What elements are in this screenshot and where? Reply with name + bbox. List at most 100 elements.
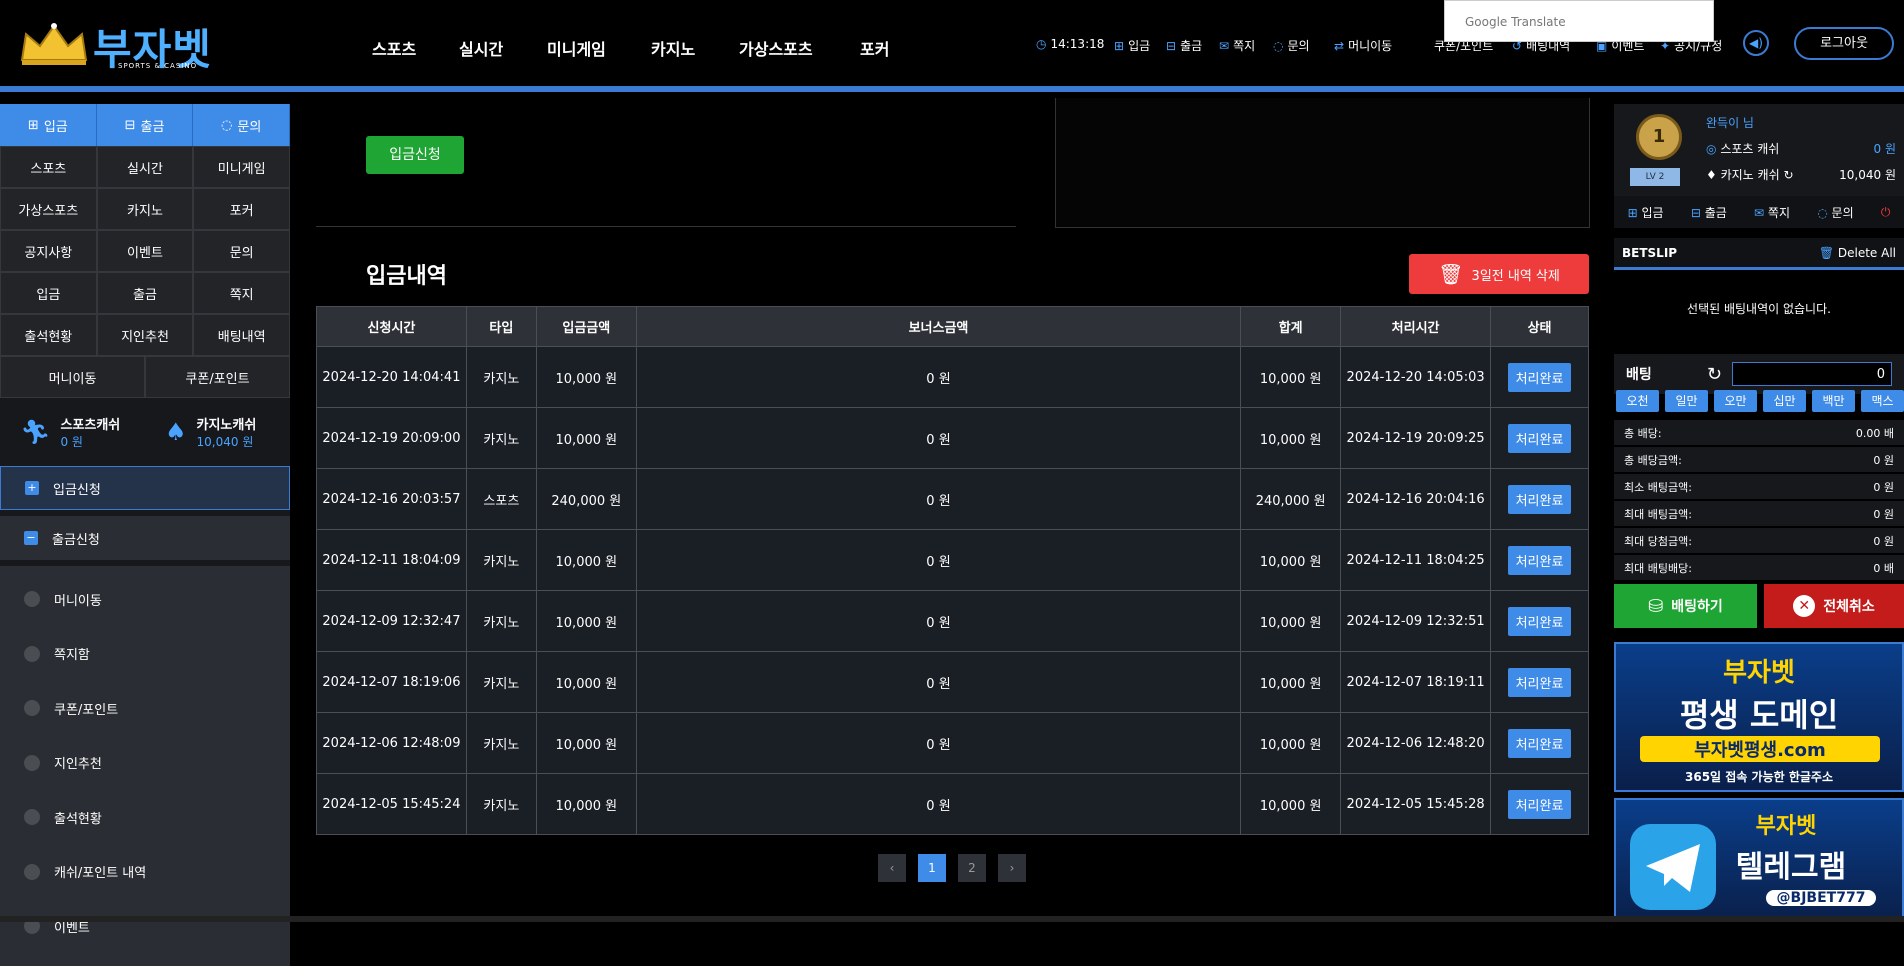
cell-bonus: 0 원 bbox=[635, 529, 1242, 591]
cell-request-time: 2024-12-05 15:45:24 bbox=[316, 773, 467, 835]
amount-max-button[interactable]: 맥스 bbox=[1861, 390, 1904, 412]
withdraw-request-menu[interactable]: − 출금신청 bbox=[0, 516, 290, 560]
cell-processed-time: 2024-12-07 18:19:11 bbox=[1340, 651, 1492, 713]
table-row: 2024-12-05 15:45:24 카지노 10,000 원 0 원 10,… bbox=[316, 773, 1589, 835]
nav-casino[interactable]: 카지노 bbox=[651, 36, 695, 60]
menu-withdraw[interactable]: 출금 bbox=[96, 272, 194, 314]
right-deposit-label: 입금 bbox=[1641, 205, 1664, 220]
hdr-inquiry-link[interactable]: ◌ 문의 bbox=[1273, 37, 1310, 54]
page-1-button[interactable]: 1 bbox=[918, 854, 946, 882]
sub-attendance[interactable]: 출석현황 bbox=[0, 790, 290, 845]
status-badge[interactable]: 처리완료 bbox=[1507, 545, 1572, 575]
telegram-banner[interactable]: 부자벳 텔레그램 @BJBET777 bbox=[1614, 798, 1904, 922]
sub-event[interactable]: 이벤트 bbox=[0, 899, 290, 954]
menu-referral[interactable]: 지인추천 bbox=[96, 314, 194, 356]
hdr-deposit-link[interactable]: ⊞ 입금 bbox=[1114, 37, 1150, 54]
cell-processed-time: 2024-12-20 14:05:03 bbox=[1340, 346, 1492, 408]
status-badge[interactable]: 처리완료 bbox=[1507, 423, 1572, 453]
menu-inquiry[interactable]: 문의 bbox=[193, 230, 290, 272]
menu-deposit[interactable]: 입금 bbox=[0, 272, 97, 314]
hdr-withdraw-link[interactable]: ⊟ 출금 bbox=[1166, 37, 1202, 54]
left-inquiry-button[interactable]: ◌ 문의 bbox=[193, 104, 291, 146]
page-2-button[interactable]: 2 bbox=[958, 854, 986, 882]
delete-old-history-button[interactable]: 🗑︎ 3일전 내역 삭제 bbox=[1409, 254, 1589, 294]
cell-bonus: 0 원 bbox=[635, 712, 1242, 774]
right-withdraw-label: 출금 bbox=[1704, 205, 1727, 220]
nav-sports[interactable]: 스포츠 bbox=[372, 36, 416, 60]
cell-amount: 10,000 원 bbox=[535, 346, 637, 408]
amount-50000-button[interactable]: 오만 bbox=[1714, 390, 1757, 412]
cell-status: 처리완료 bbox=[1490, 346, 1589, 408]
status-badge[interactable]: 처리완료 bbox=[1507, 789, 1572, 819]
sub-referral[interactable]: 지인추천 bbox=[0, 736, 290, 791]
col-request-time: 신청시간 bbox=[316, 306, 467, 347]
transfer-icon: ⇄ bbox=[1334, 38, 1345, 53]
deposit-request-menu[interactable]: + 입금신청 bbox=[0, 466, 290, 510]
banner-brand: 부자벳 bbox=[1723, 658, 1795, 688]
menu-sports[interactable]: 스포츠 bbox=[0, 146, 97, 188]
right-withdraw-link[interactable]: ⊟ 출금 bbox=[1691, 204, 1727, 221]
amount-1000000-button[interactable]: 백만 bbox=[1812, 390, 1855, 412]
next-page-button[interactable]: › bbox=[998, 854, 1026, 882]
taskbar bbox=[0, 916, 1904, 922]
refresh-icon[interactable]: ↻ bbox=[1783, 168, 1793, 182]
sub-item-label: 지인추천 bbox=[54, 757, 102, 773]
nav-minigame[interactable]: 미니게임 bbox=[547, 36, 606, 60]
nav-live[interactable]: 실시간 bbox=[459, 36, 503, 60]
right-message-link[interactable]: ✉ 쪽지 bbox=[1754, 204, 1790, 221]
left-deposit-button[interactable]: ⊞ 입금 bbox=[0, 104, 97, 146]
cancel-all-button[interactable]: ✕ 전체취소 bbox=[1764, 584, 1904, 628]
deposit-history-table: 신청시간 타입 입금금액 보너스금액 합계 처리시간 상태 2024-12-20… bbox=[316, 306, 1589, 835]
deposit-request-button[interactable]: 입금신청 bbox=[366, 136, 464, 174]
nav-poker[interactable]: 포커 bbox=[860, 36, 889, 60]
google-translate-widget[interactable]: Google Translate bbox=[1444, 0, 1714, 42]
hdr-message-link[interactable]: ✉ 쪽지 bbox=[1219, 37, 1255, 54]
menu-casino[interactable]: 카지노 bbox=[96, 188, 194, 230]
menu-money-transfer[interactable]: 머니이동 bbox=[0, 356, 145, 398]
amount-100000-button[interactable]: 십만 bbox=[1763, 390, 1806, 412]
menu-minigame[interactable]: 미니게임 bbox=[193, 146, 290, 188]
speaker-icon[interactable]: ◀) bbox=[1743, 30, 1769, 56]
menu-live[interactable]: 실시간 bbox=[96, 146, 194, 188]
menu-event[interactable]: 이벤트 bbox=[96, 230, 194, 272]
menu-notice[interactable]: 공지사항 bbox=[0, 230, 97, 272]
status-badge[interactable]: 처리완료 bbox=[1507, 667, 1572, 697]
logout-button[interactable]: 로그아웃 bbox=[1794, 27, 1894, 60]
menu-virtual-sports[interactable]: 가상스포츠 bbox=[0, 188, 97, 230]
right-deposit-link[interactable]: ⊞ 입금 bbox=[1628, 204, 1664, 221]
menu-coupon-point[interactable]: 쿠폰/포인트 bbox=[145, 356, 290, 398]
sub-money-transfer[interactable]: 머니이동 bbox=[0, 572, 290, 627]
amount-buttons: 오천 일만 오만 십만 백만 맥스 bbox=[1616, 390, 1904, 412]
reset-icon[interactable]: ↻ bbox=[1707, 364, 1722, 385]
logo[interactable]: 부자벳 SPORTS & CASINO bbox=[18, 14, 213, 74]
domain-banner[interactable]: 부자벳 평생 도메인 부자벳평생.com 365일 접속 가능한 한글주소 bbox=[1614, 642, 1904, 792]
right-inquiry-link[interactable]: ◌ 문의 bbox=[1817, 204, 1853, 221]
status-badge[interactable]: 처리완료 bbox=[1507, 362, 1572, 392]
place-bet-button[interactable]: ⛁ 배팅하기 bbox=[1614, 584, 1757, 628]
chat-icon: ◌ bbox=[1273, 38, 1284, 53]
plus-square-icon: + bbox=[25, 481, 39, 495]
left-withdraw-button[interactable]: ⊟ 출금 bbox=[96, 104, 194, 146]
bet-amount-input[interactable] bbox=[1732, 362, 1892, 386]
hdr-money-transfer-link[interactable]: ⇄ 머니이동 bbox=[1334, 37, 1392, 54]
status-badge[interactable]: 처리완료 bbox=[1507, 484, 1572, 514]
delete-all-button[interactable]: 🗑︎ Delete All bbox=[1819, 246, 1896, 260]
cell-type: 카지노 bbox=[465, 590, 537, 652]
menu-poker[interactable]: 포커 bbox=[193, 188, 290, 230]
sub-coupon-point[interactable]: 쿠폰/포인트 bbox=[0, 681, 290, 736]
amount-5000-button[interactable]: 오천 bbox=[1616, 390, 1659, 412]
menu-attendance[interactable]: 출석현황 bbox=[0, 314, 97, 356]
amount-10000-button[interactable]: 일만 bbox=[1665, 390, 1708, 412]
info-total-odds: 총 배당: 0.00 배 bbox=[1614, 420, 1904, 446]
status-badge[interactable]: 처리완료 bbox=[1507, 606, 1572, 636]
prev-page-button[interactable]: ‹ bbox=[878, 854, 906, 882]
menu-betting-history[interactable]: 배팅내역 bbox=[193, 314, 290, 356]
power-icon[interactable]: ⏻ bbox=[1881, 205, 1891, 220]
sub-inbox[interactable]: 쪽지함 bbox=[0, 627, 290, 682]
info-value: 0 원 bbox=[1873, 480, 1894, 494]
sub-cash-point-history[interactable]: 캐쉬/포인트 내역 bbox=[0, 845, 290, 900]
status-badge[interactable]: 처리완료 bbox=[1507, 728, 1572, 758]
nav-virtual-sports[interactable]: 가상스포츠 bbox=[739, 36, 813, 60]
menu-message[interactable]: 쪽지 bbox=[193, 272, 290, 314]
hdr-message-label: 쪽지 bbox=[1233, 39, 1256, 53]
